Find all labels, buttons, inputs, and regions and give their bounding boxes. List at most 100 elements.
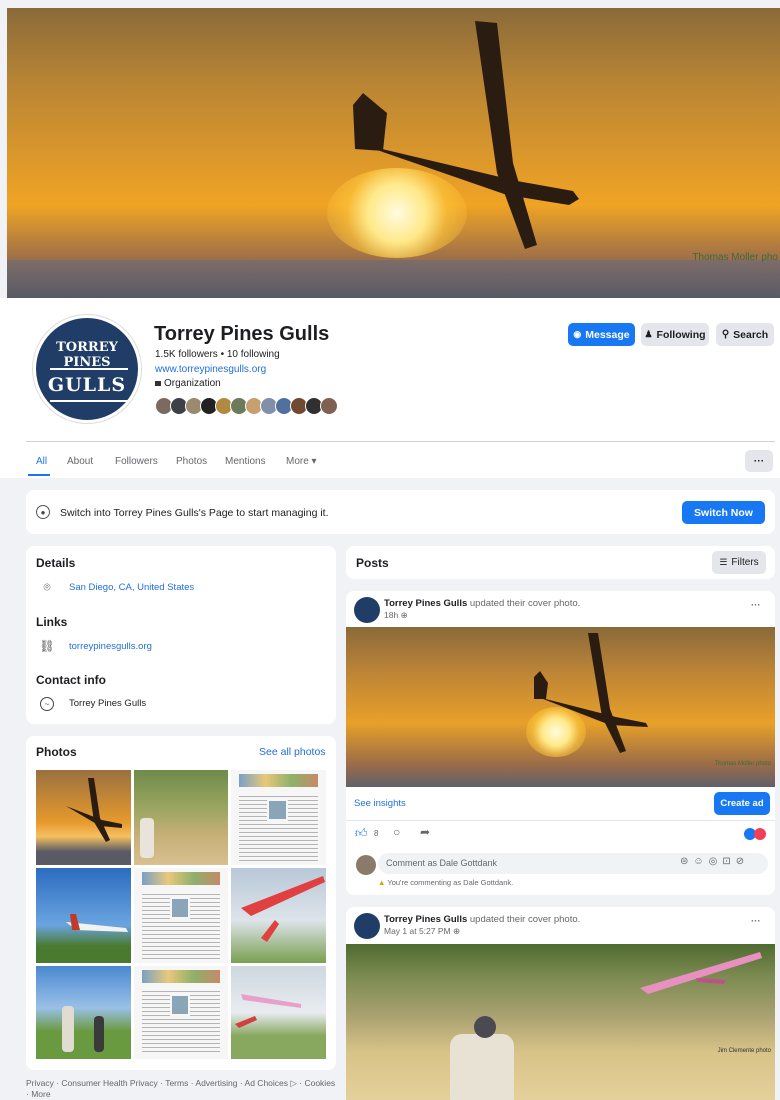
photos-heading: Photos <box>36 745 77 759</box>
post-timestamp: May 1 at 5:27 PM <box>384 926 451 936</box>
check-user-icon: ♟ <box>644 329 653 339</box>
commenter-avatar[interactable] <box>356 855 376 875</box>
posts-heading: Posts <box>356 556 389 570</box>
filters-button[interactable]: ☰ Filters <box>712 551 766 574</box>
see-insights-link[interactable]: See insights <box>354 798 406 809</box>
footer-links[interactable]: Privacy · Consumer Health Privacy · Term… <box>26 1078 336 1100</box>
gliders-flying <box>235 994 301 1028</box>
newsletter-thumbnail[interactable] <box>231 770 326 865</box>
location-pin-icon: ⌾ <box>43 579 51 594</box>
website-link-detail[interactable]: torreypinesgulls.org <box>69 641 152 652</box>
image-credit: Jim Clemente photo <box>717 1048 771 1054</box>
page-category: Organization <box>155 378 221 389</box>
search-button[interactable]: ⚲ Search <box>716 323 774 346</box>
pink-glider <box>640 952 762 994</box>
like-count: 8 <box>374 829 379 838</box>
tab-more[interactable]: More ▾ <box>286 456 317 467</box>
briefcase-icon <box>155 380 161 386</box>
cover-photo[interactable]: Thomas Moller pho <box>7 8 780 298</box>
switch-now-button[interactable]: Switch Now <box>682 501 765 524</box>
person-figure <box>62 1006 74 1052</box>
avatar[interactable] <box>320 397 338 415</box>
tab-followers[interactable]: Followers <box>115 456 158 467</box>
sliders-icon: ☰ <box>719 557 728 567</box>
following-button[interactable]: ♟ Following <box>641 323 709 346</box>
post-timestamp: 18h <box>384 610 399 620</box>
logo-divider <box>50 368 128 370</box>
logo-main-text: GULLS <box>47 374 127 396</box>
globe-icon: ⊕ <box>453 926 461 936</box>
follower-count[interactable]: 1.5K followers • 10 following <box>155 349 280 360</box>
website-link[interactable]: www.torreypinesgulls.org <box>155 364 266 375</box>
facebook-page: Thomas Moller pho TORREY PINES GULLS Tor… <box>0 0 780 1100</box>
post-image[interactable]: Thomas Moller photo <box>346 627 775 787</box>
like-icon[interactable]: 👍︎ <box>355 826 368 841</box>
logo-divider <box>50 400 128 402</box>
posts-header <box>346 546 775 579</box>
tab-photos[interactable]: Photos <box>176 456 207 467</box>
details-heading: Details <box>36 556 76 570</box>
newsletter-thumbnail[interactable] <box>134 966 228 1059</box>
red-glider <box>241 876 325 942</box>
post-header: Torrey Pines Gulls updated their cover p… <box>384 598 580 609</box>
comment-tools-icons[interactable]: ⊜☺◎⊡⊘ <box>680 856 749 867</box>
glider-silhouette <box>66 778 122 842</box>
message-label: Message <box>585 328 630 341</box>
post-options-icon[interactable]: ··· <box>751 600 761 611</box>
comment-icon[interactable]: ○ <box>393 825 400 839</box>
post-image[interactable]: Jim Clemente photo <box>346 944 775 1100</box>
share-icon[interactable]: ➦ <box>420 825 430 839</box>
post-time[interactable]: 18h ⊕ <box>384 610 408 621</box>
tab-mentions[interactable]: Mentions <box>225 456 266 467</box>
person-figure <box>140 818 154 858</box>
photo-thumbnail[interactable] <box>36 966 131 1059</box>
post-action-text: updated their cover photo. <box>467 598 581 609</box>
create-ad-button[interactable]: Create ad <box>714 792 770 815</box>
tab-about[interactable]: About <box>67 456 93 467</box>
glider-silhouette <box>534 633 648 753</box>
warning-icon: ▲ <box>378 878 386 887</box>
profile-picture[interactable]: TORREY PINES GULLS <box>33 315 141 423</box>
photo-thumbnail[interactable] <box>231 868 326 963</box>
image-credit: Thomas Moller photo <box>714 761 771 767</box>
post-options-icon[interactable]: ··· <box>751 916 761 927</box>
location-link[interactable]: San Diego, CA, United States <box>69 582 194 593</box>
follower-avatars[interactable] <box>155 397 338 417</box>
messenger-icon: ◉ <box>573 329 582 339</box>
person-figure <box>94 1016 104 1052</box>
profile-switch-icon: ● <box>36 505 50 519</box>
category-label: Organization <box>164 378 221 389</box>
glider-silhouette <box>353 21 579 249</box>
newsletter-thumbnail[interactable] <box>134 868 228 963</box>
links-heading: Links <box>36 615 68 629</box>
pilot-head <box>474 1016 496 1038</box>
pilot-figure <box>450 1034 514 1100</box>
link-icon: ⛓ <box>39 639 55 653</box>
cover-credit: Thomas Moller pho <box>692 252 778 263</box>
author-name[interactable]: Torrey Pines Gulls <box>384 598 467 609</box>
tab-all[interactable]: All <box>36 456 47 467</box>
following-label: Following <box>656 328 706 341</box>
filters-label: Filters <box>731 557 759 568</box>
more-options-button[interactable]: ··· <box>745 450 773 472</box>
see-all-photos-link[interactable]: See all photos <box>259 746 326 758</box>
photo-thumbnail[interactable] <box>231 966 326 1059</box>
page-title: Torrey Pines Gulls <box>154 323 330 345</box>
photo-thumbnail[interactable] <box>36 868 131 963</box>
comment-placeholder: Comment as Dale Gottdank <box>386 858 498 868</box>
post-time[interactable]: May 1 at 5:27 PM ⊕ <box>384 926 460 937</box>
contact-name[interactable]: Torrey Pines Gulls <box>69 698 146 709</box>
search-label: Search <box>733 328 769 341</box>
author-avatar[interactable] <box>354 597 380 623</box>
commenting-note: ▲ You're commenting as Dale Gottdank. <box>378 878 513 887</box>
author-name[interactable]: Torrey Pines Gulls <box>384 914 467 925</box>
sea-horizon <box>7 260 780 298</box>
post-action-text: updated their cover photo. <box>467 914 581 925</box>
post-header: Torrey Pines Gulls updated their cover p… <box>384 914 580 925</box>
author-avatar[interactable] <box>354 913 380 939</box>
glider-white <box>66 914 128 932</box>
message-button[interactable]: ◉ Message <box>568 323 635 346</box>
photo-thumbnail[interactable] <box>134 770 228 865</box>
photo-thumbnail[interactable] <box>36 770 131 865</box>
love-reaction-icon[interactable] <box>754 828 766 840</box>
